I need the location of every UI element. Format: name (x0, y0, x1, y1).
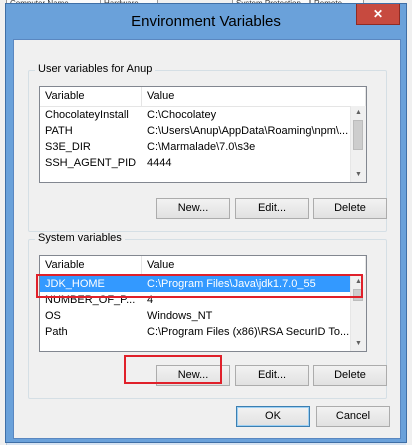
variable-value: 4444 (147, 157, 172, 169)
scroll-thumb[interactable] (353, 120, 363, 150)
list-item[interactable]: NUMBER_OF_P... 4 (40, 292, 351, 308)
column-header-variable[interactable]: Variable (40, 87, 142, 106)
user-variables-label: User variables for Anup (35, 63, 156, 75)
user-delete-button[interactable]: Delete (313, 198, 387, 219)
variable-name: OS (45, 310, 61, 322)
variable-value: C:\Chocolatey (147, 109, 217, 121)
scroll-down-icon[interactable]: ▼ (351, 337, 366, 351)
dialog-title: Environment Variables (131, 13, 281, 30)
ok-button[interactable]: OK (236, 406, 310, 427)
user-variables-list[interactable]: Variable Value ChocolateyInstall C:\Choc… (39, 86, 367, 183)
system-variables-group: System variables Variable Value JDK_HOME… (28, 232, 387, 399)
variable-name: ChocolateyInstall (45, 109, 129, 121)
variable-value: C:\Program Files (x86)\RSA SecurID To... (147, 326, 350, 338)
variable-name: S3E_DIR (45, 141, 91, 153)
list-header: Variable Value (40, 256, 366, 276)
list-header: Variable Value (40, 87, 366, 107)
variable-value: C:\Users\Anup\AppData\Roaming\npm\... (147, 125, 349, 137)
list-item[interactable]: PATH C:\Users\Anup\AppData\Roaming\npm\.… (40, 123, 351, 139)
variable-name: NUMBER_OF_P... (45, 294, 136, 306)
user-edit-button[interactable]: Edit... (235, 198, 309, 219)
variable-name: SSH_AGENT_PID (45, 157, 137, 169)
list-item[interactable]: ChocolateyInstall C:\Chocolatey (40, 107, 351, 123)
environment-variables-dialog: Environment Variables ✕ User variables f… (5, 3, 407, 443)
close-icon: ✕ (372, 7, 384, 21)
list-item[interactable]: OS Windows_NT (40, 308, 351, 324)
column-header-value[interactable]: Value (142, 256, 366, 275)
vertical-scrollbar[interactable]: ▲ ▼ (350, 275, 366, 351)
variable-name: Path (45, 326, 68, 338)
list-item[interactable]: Path C:\Program Files (x86)\RSA SecurID … (40, 324, 351, 340)
variable-value: Windows_NT (147, 310, 213, 322)
system-variables-list[interactable]: Variable Value JDK_HOME C:\Program Files… (39, 255, 367, 352)
title-bar[interactable]: Environment Variables ✕ (6, 4, 406, 39)
list-item[interactable]: SSH_AGENT_PID 4444 (40, 155, 351, 171)
cancel-button[interactable]: Cancel (316, 406, 390, 427)
scroll-down-icon[interactable]: ▼ (351, 168, 366, 182)
scroll-thumb[interactable] (353, 289, 363, 301)
variable-value: C:\Program Files\Java\jdk1.7.0_55 (147, 278, 316, 290)
system-new-button[interactable]: New... (156, 365, 230, 386)
user-new-button[interactable]: New... (156, 198, 230, 219)
variable-value: C:\Marmalade\7.0\s3e (147, 141, 256, 153)
variable-name: JDK_HOME (45, 278, 105, 290)
variable-name: PATH (45, 125, 73, 137)
variable-value: 4 (147, 294, 154, 306)
column-header-value[interactable]: Value (142, 87, 366, 106)
list-item[interactable]: S3E_DIR C:\Marmalade\7.0\s3e (40, 139, 351, 155)
scroll-up-icon[interactable]: ▲ (351, 275, 366, 289)
user-variables-group: User variables for Anup Variable Value C… (28, 63, 387, 232)
system-edit-button[interactable]: Edit... (235, 365, 309, 386)
vertical-scrollbar[interactable]: ▲ ▼ (350, 106, 366, 182)
system-variables-label: System variables (35, 232, 125, 244)
column-header-variable[interactable]: Variable (40, 256, 142, 275)
list-item-selected[interactable]: JDK_HOME C:\Program Files\Java\jdk1.7.0_… (40, 276, 351, 292)
dialog-client-area: User variables for Anup Variable Value C… (13, 39, 401, 439)
close-button[interactable]: ✕ (356, 4, 400, 25)
scroll-up-icon[interactable]: ▲ (351, 106, 366, 120)
system-delete-button[interactable]: Delete (313, 365, 387, 386)
